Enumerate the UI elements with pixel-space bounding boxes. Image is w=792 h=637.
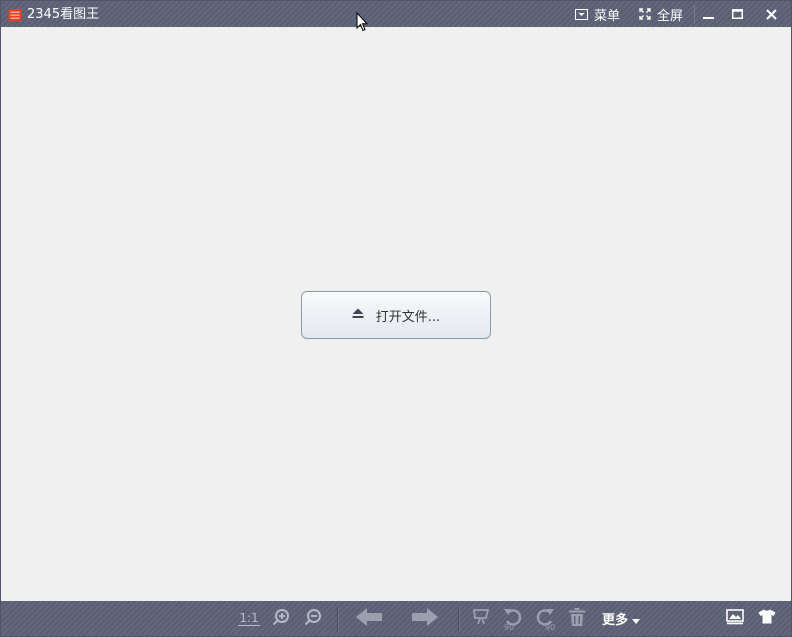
close-button[interactable] [764,1,778,27]
caret-down-icon [632,609,640,628]
window-title: 2345看图王 [27,7,100,22]
skin-button[interactable] [756,601,778,636]
open-file-label: 打开文件... [375,309,441,325]
close-icon [765,8,777,20]
more-menu-button[interactable]: 更多 [599,601,643,636]
slideshow-button[interactable] [470,601,492,636]
maximize-icon [731,9,743,19]
zoom-out-button[interactable] [302,601,324,636]
app-window: 2345看图王 菜单 全屏 打开文件... 1:1 90 90 更多 [0,0,792,637]
eject-icon [352,308,364,323]
wallpaper-button[interactable] [724,601,746,636]
menu-button[interactable]: 菜单 [575,1,620,27]
open-file-button[interactable]: 打开文件... [301,291,491,339]
toolbar-divider [458,607,459,631]
more-label: 更多 [601,613,628,628]
trash-icon [569,607,585,630]
rotate-left-icon: 90 [502,607,524,631]
zoom-in-button[interactable] [270,601,292,636]
actual-size-button[interactable]: 1:1 [237,601,261,636]
toolbar-divider [337,607,338,631]
arrow-left-icon [355,607,383,631]
minimize-button[interactable] [701,1,715,27]
arrow-right-icon [411,607,439,631]
dropdown-box-icon [575,8,588,20]
delete-button[interactable] [566,601,588,636]
title-bar[interactable]: 2345看图王 菜单 全屏 [1,1,791,27]
tshirt-icon [758,609,776,628]
rotate-right-icon: 90 [534,607,556,631]
rotate-right-badge: 90 [545,622,556,632]
minimize-icon [702,9,714,20]
expand-arrows-icon [639,8,651,20]
wallpaper-icon [726,608,744,629]
titlebar-divider [694,5,695,23]
zoom-in-icon [272,608,290,630]
rotate-right-button[interactable]: 90 [533,601,557,636]
image-viewport[interactable]: 打开文件... [1,27,791,601]
menu-label: 菜单 [594,8,621,24]
slideshow-icon [472,608,490,630]
next-image-button[interactable] [409,601,441,636]
fullscreen-label: 全屏 [657,8,684,24]
zoom-out-icon [304,608,322,630]
actual-size-label: 1:1 [238,610,260,626]
maximize-button[interactable] [730,1,744,27]
rotate-left-button[interactable]: 90 [501,601,525,636]
rotate-left-badge: 90 [504,622,515,632]
mouse-cursor-icon [356,11,369,36]
app-logo-icon [8,7,22,22]
previous-image-button[interactable] [353,601,385,636]
bottom-toolbar: 1:1 90 90 更多 [1,601,791,636]
fullscreen-button[interactable]: 全屏 [639,1,683,27]
